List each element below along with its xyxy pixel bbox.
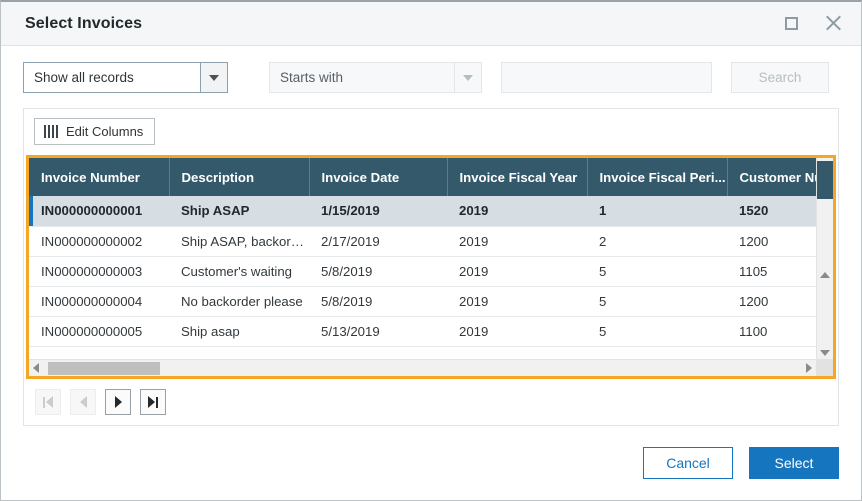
vertical-scrollbar-header-cap [817,161,833,199]
grid-viewport: Invoice Number Description Invoice Date … [29,158,816,359]
previous-page-icon [79,396,87,408]
invoices-grid-highlight: Invoice Number Description Invoice Date … [26,155,836,379]
grid-panel: Edit Columns Invoice Number Description … [23,108,839,426]
scroll-up-icon[interactable] [820,271,830,278]
cell-invoice-fiscal-year: 2019 [447,196,587,227]
cell-customer-number: 1100 [727,316,816,347]
first-page-icon [43,396,53,408]
edit-columns-label: Edit Columns [66,124,144,139]
record-filter-dropdown[interactable]: Show all records [23,62,228,93]
cell-invoice-date: 5/8/2019 [309,286,447,317]
dialog-title: Select Invoices [25,14,143,32]
cell-invoice-fiscal-year: 2019 [447,316,587,347]
scroll-left-icon[interactable] [33,363,39,373]
table-row[interactable]: IN000000000004 No backorder please 5/8/2… [29,286,816,317]
last-page-button[interactable] [140,389,166,415]
dialog-titlebar: Select Invoices [1,2,861,46]
select-invoices-dialog: Select Invoices Show all records Starts … [0,0,862,501]
columns-icon [44,125,58,138]
first-page-button[interactable] [35,389,61,415]
match-mode-chevron[interactable] [454,62,482,93]
dialog-footer: Cancel Select [1,426,861,500]
cell-invoice-fiscal-period: 1 [587,196,727,227]
cell-invoice-fiscal-period: 5 [587,316,727,347]
cell-invoice-fiscal-year: 2019 [447,286,587,317]
cell-invoice-date: 1/15/2019 [309,196,447,227]
edit-columns-button[interactable]: Edit Columns [34,118,156,145]
column-header-description[interactable]: Description [169,158,310,196]
cell-invoice-fiscal-period: 2 [587,226,727,257]
last-page-icon [148,396,158,408]
cell-customer-number: 1520 [727,196,816,227]
dialog-body: Show all records Starts with Search Edit… [1,46,861,426]
horizontal-scrollbar[interactable] [29,359,833,376]
previous-page-button[interactable] [70,389,96,415]
vertical-scrollbar[interactable] [816,158,833,359]
table-row[interactable]: IN000000000003 Customer's waiting 5/8/20… [29,256,816,287]
restore-button[interactable] [777,10,805,38]
select-button[interactable]: Select [749,447,839,479]
column-header-invoice-date[interactable]: Invoice Date [309,158,448,196]
invoices-table: Invoice Number Description Invoice Date … [29,158,816,359]
table-row[interactable]: IN000000000005 Ship asap 5/13/2019 2019 … [29,316,816,347]
cell-invoice-number: IN000000000003 [29,256,169,287]
cell-invoice-number: IN000000000001 [29,196,169,227]
cell-invoice-number: IN000000000004 [29,286,169,317]
search-input[interactable] [501,62,712,93]
scroll-down-icon[interactable] [820,350,830,356]
chevron-down-icon [209,74,219,81]
table-header: Invoice Number Description Invoice Date … [29,158,816,196]
filter-bar: Show all records Starts with Search [23,62,839,93]
horizontal-scrollbar-thumb[interactable] [48,361,160,375]
window-controls [777,10,847,38]
pagination-bar [24,379,838,426]
cell-description: Customer's waiting [169,256,309,287]
next-page-button[interactable] [105,389,131,415]
table-body: IN000000000001 Ship ASAP 1/15/2019 2019 … [29,196,816,359]
column-header-customer-number[interactable]: Customer Numl [727,158,816,196]
cancel-button[interactable]: Cancel [643,447,733,479]
cell-invoice-fiscal-period: 5 [587,256,727,287]
cell-description: No backorder please [169,286,309,317]
grid-scroll-area: Invoice Number Description Invoice Date … [29,158,833,359]
cell-invoice-date: 5/8/2019 [309,256,447,287]
cell-invoice-fiscal-period: 5 [587,286,727,317]
cell-customer-number: 1105 [727,256,816,287]
scroll-right-icon[interactable] [806,363,812,373]
match-mode-dropdown[interactable]: Starts with [269,62,482,93]
cell-invoice-fiscal-year: 2019 [447,226,587,257]
cell-customer-number: 1200 [727,226,816,257]
cell-description: Ship ASAP [169,196,309,227]
next-page-icon [114,396,122,408]
chevron-down-icon [463,74,473,81]
close-button[interactable] [819,10,847,38]
match-mode-value: Starts with [269,62,454,93]
cell-invoice-fiscal-year: 2019 [447,256,587,287]
record-filter-chevron[interactable] [200,62,228,93]
cell-invoice-number: IN000000000005 [29,316,169,347]
cell-description: Ship ASAP, backord... [169,226,309,257]
search-button[interactable]: Search [731,62,829,93]
grid-toolbar: Edit Columns [24,109,838,155]
cell-customer-number: 1200 [727,286,816,317]
cell-invoice-date: 2/17/2019 [309,226,447,257]
restore-icon [784,17,798,30]
table-row[interactable]: IN000000000001 Ship ASAP 1/15/2019 2019 … [29,196,816,227]
cell-invoice-date: 5/13/2019 [309,316,447,347]
close-icon [825,15,842,32]
table-filler-row [29,346,816,359]
scrollbar-corner [816,360,833,376]
record-filter-value: Show all records [23,62,200,93]
cell-description: Ship asap [169,316,309,347]
column-header-invoice-fiscal-period[interactable]: Invoice Fiscal Peri... [587,158,728,196]
column-header-invoice-number[interactable]: Invoice Number [29,158,170,196]
header-row: Invoice Number Description Invoice Date … [29,158,816,196]
column-header-invoice-fiscal-year[interactable]: Invoice Fiscal Year [447,158,588,196]
cell-invoice-number: IN000000000002 [29,226,169,257]
table-row[interactable]: IN000000000002 Ship ASAP, backord... 2/1… [29,226,816,257]
